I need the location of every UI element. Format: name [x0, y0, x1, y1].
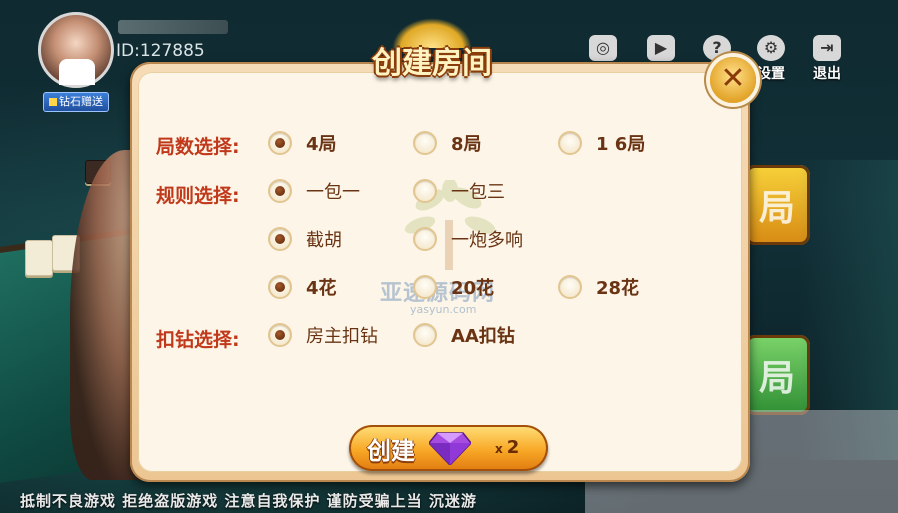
rule-option-4hua[interactable]: 4花	[268, 273, 337, 301]
radio-selected[interactable]	[268, 131, 292, 155]
create-room-dialog	[130, 62, 750, 482]
rounds-option-4[interactable]: 4局	[268, 129, 337, 157]
payment-label: 扣钻选择:	[156, 329, 240, 351]
create-button-label: 创建	[367, 437, 415, 465]
mahjong-tile	[25, 240, 53, 276]
rule-option-jiehu[interactable]: 截胡	[268, 225, 342, 253]
camera-aperture-icon: ◎	[589, 35, 617, 61]
radio-selected[interactable]	[268, 275, 292, 299]
rounds-label: 局数选择:	[156, 136, 240, 158]
player-id: ID:127885	[116, 41, 205, 61]
purple-diamond-icon	[429, 432, 471, 465]
radio-selected[interactable]	[268, 323, 292, 347]
player-avatar[interactable]	[38, 12, 114, 88]
dialog-title: 创建房间	[372, 46, 492, 81]
close-icon: ✕	[720, 61, 746, 96]
settings-button[interactable]: ⚙ 设置	[751, 35, 791, 83]
rule-option-yibaosan[interactable]: 一包三	[413, 177, 505, 205]
payment-option-aa[interactable]: AA扣钻	[413, 321, 515, 349]
radio-selected[interactable]	[268, 227, 292, 251]
close-button[interactable]: ✕	[710, 57, 756, 103]
diamond-gift-button[interactable]: 钻石赠送	[43, 92, 109, 112]
rounds-option-16[interactable]: 1 6局	[558, 129, 645, 157]
radio-unselected[interactable]	[413, 227, 437, 251]
radio-unselected[interactable]	[558, 131, 582, 155]
radio-unselected[interactable]	[413, 275, 437, 299]
rule-option-20hua[interactable]: 20花	[413, 273, 494, 301]
rounds-option-8[interactable]: 8局	[413, 129, 482, 157]
rule-option-28hua[interactable]: 28花	[558, 273, 639, 301]
exit-door-icon: ⇥	[813, 35, 841, 61]
health-notice-ticker: 抵制不良游戏 拒绝盗版游戏 注意自我保护 谨防受骗上当 沉迷游	[20, 492, 477, 510]
radio-unselected[interactable]	[413, 131, 437, 155]
rule-option-yipaoduoxiang[interactable]: 一炮多响	[413, 225, 523, 253]
gift-icon	[49, 98, 57, 106]
video-camera-icon: ▶	[647, 35, 675, 61]
exit-button[interactable]: ⇥ 退出	[807, 35, 847, 83]
diamond-gift-label: 钻石赠送	[59, 95, 103, 108]
radio-unselected[interactable]	[413, 179, 437, 203]
create-room-button[interactable]: 创建 x2	[349, 425, 548, 471]
watermark-url: yasyun.com	[410, 303, 477, 316]
gear-icon: ⚙	[757, 35, 785, 61]
rule-option-yibaoyi[interactable]: 一包一	[268, 177, 360, 205]
rules-label: 规则选择:	[156, 185, 240, 207]
radio-unselected[interactable]	[413, 323, 437, 347]
dialog-title-banner: 创建房间	[337, 18, 527, 81]
diamond-cost: x2	[495, 437, 520, 458]
radio-unselected[interactable]	[558, 275, 582, 299]
payment-option-owner[interactable]: 房主扣钻	[268, 321, 378, 349]
radio-selected[interactable]	[268, 179, 292, 203]
player-name-blurred	[118, 20, 228, 34]
